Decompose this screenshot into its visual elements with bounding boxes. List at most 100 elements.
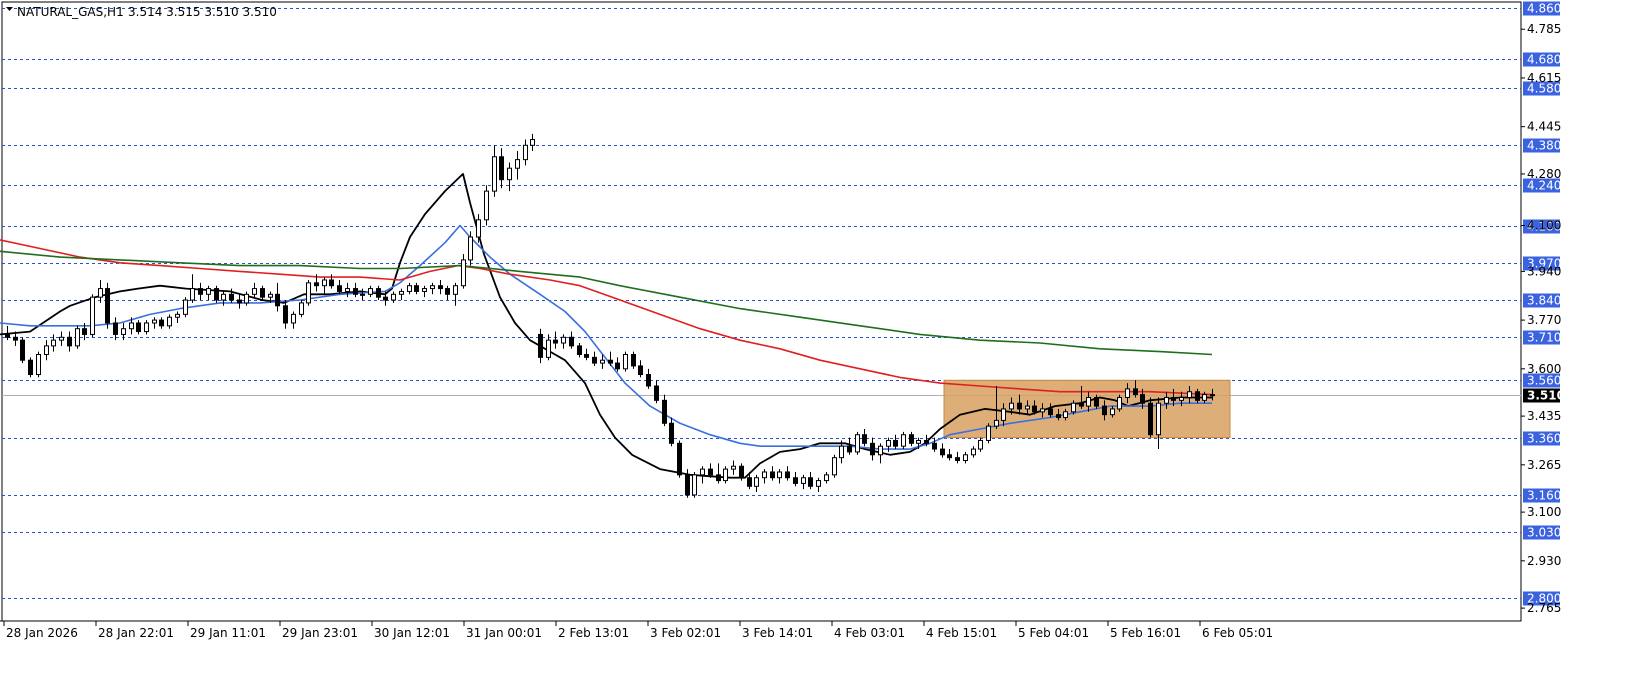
candle <box>430 282 435 295</box>
candle-body <box>468 236 473 261</box>
x-tick-label: 29 Jan 23:01 <box>282 626 358 640</box>
y-tick-label: 3.600 <box>1527 362 1561 376</box>
candle <box>816 477 821 493</box>
candle-body <box>677 442 682 476</box>
candle-body <box>299 302 304 315</box>
candle-body <box>947 454 952 459</box>
x-tick-label: 5 Feb 16:01 <box>1110 626 1181 640</box>
candle-body <box>1017 402 1022 410</box>
candle-body <box>878 445 883 456</box>
candle <box>870 437 875 461</box>
y-tick-label: 4.100 <box>1527 219 1561 233</box>
candle <box>615 357 620 372</box>
candle <box>592 351 597 366</box>
candle <box>237 294 242 309</box>
candle-body <box>306 282 311 304</box>
candle-body <box>553 339 558 344</box>
price-chart[interactable]: 4.8604.6804.5804.3804.2404.1003.9703.840… <box>0 0 1641 674</box>
candle-body <box>893 439 898 447</box>
y-tick-label: 2.765 <box>1527 601 1561 615</box>
candle-body <box>399 290 404 295</box>
candle-body <box>700 468 705 476</box>
candle-body <box>538 333 543 358</box>
candle <box>1148 397 1153 438</box>
candle-body <box>268 293 273 298</box>
candle <box>947 449 952 461</box>
candle-body <box>98 288 103 298</box>
candle-body <box>368 288 373 295</box>
candle <box>901 431 906 450</box>
candle-body <box>376 288 381 298</box>
candle <box>561 334 566 349</box>
candle-body <box>136 322 141 333</box>
candle-body <box>67 336 72 347</box>
candle-body <box>847 445 852 453</box>
candle-body <box>615 362 620 370</box>
candle-body <box>1063 411 1068 419</box>
ohlc-readout: 3.514 3.515 3.510 3.510 <box>128 5 277 19</box>
candle <box>175 311 180 323</box>
candle-body <box>1117 396 1122 410</box>
candle-body <box>1025 405 1030 410</box>
candle <box>422 285 427 298</box>
candle <box>376 285 381 301</box>
candle-body <box>777 471 782 479</box>
candle-body <box>801 477 806 484</box>
chart-header: NATURAL_GAS,H1 3.514 3.515 3.510 3.510 <box>6 5 277 19</box>
candle <box>700 466 705 484</box>
candle-body <box>322 279 327 287</box>
candle-body <box>152 319 157 324</box>
candle <box>438 279 443 295</box>
level-badge-label: 3.030 <box>1527 526 1561 540</box>
candle-body <box>1171 396 1176 401</box>
candle-body <box>1210 394 1215 397</box>
candle-body <box>391 293 396 301</box>
candle-body <box>1086 396 1091 407</box>
candle-body <box>1110 408 1115 416</box>
candle <box>275 282 280 312</box>
candle <box>190 274 195 303</box>
candle <box>183 297 188 318</box>
candle <box>932 437 937 452</box>
candle-body <box>283 305 288 324</box>
level-badge-label: 3.360 <box>1527 432 1561 446</box>
candle <box>252 282 257 298</box>
candle-body <box>754 477 759 487</box>
candle-body <box>461 259 466 287</box>
candle <box>909 431 914 447</box>
candle-body <box>237 299 242 304</box>
candle-body <box>955 457 960 462</box>
candle <box>453 282 458 306</box>
candle-body <box>1195 391 1200 401</box>
candle-body <box>870 442 875 456</box>
candle-body <box>770 471 775 479</box>
candle <box>801 474 806 490</box>
candle-body <box>13 336 18 341</box>
candle <box>878 443 883 464</box>
candle-body <box>190 288 195 301</box>
candle <box>577 343 582 358</box>
candle-body <box>916 439 921 444</box>
candle-body <box>44 345 49 355</box>
candle-body <box>855 434 860 453</box>
candle-body <box>360 293 365 296</box>
candle-body <box>1009 402 1014 410</box>
candle-body <box>584 353 589 358</box>
dropdown-triangle-icon[interactable] <box>6 7 13 11</box>
candle <box>90 294 95 338</box>
candle-body <box>353 288 358 295</box>
candle <box>824 471 829 484</box>
y-tick-label: 4.280 <box>1527 167 1561 181</box>
candle <box>407 282 412 295</box>
candle-body <box>747 477 752 487</box>
candle-body <box>5 333 10 338</box>
candle-body <box>669 422 674 444</box>
candle-body <box>631 353 636 367</box>
candle <box>499 148 504 189</box>
candle-body <box>1179 396 1184 401</box>
x-tick-label: 31 Jan 00:01 <box>466 626 542 640</box>
candle <box>399 288 404 301</box>
candle-body <box>329 279 334 287</box>
candle-body <box>638 365 643 376</box>
candle <box>623 351 628 372</box>
